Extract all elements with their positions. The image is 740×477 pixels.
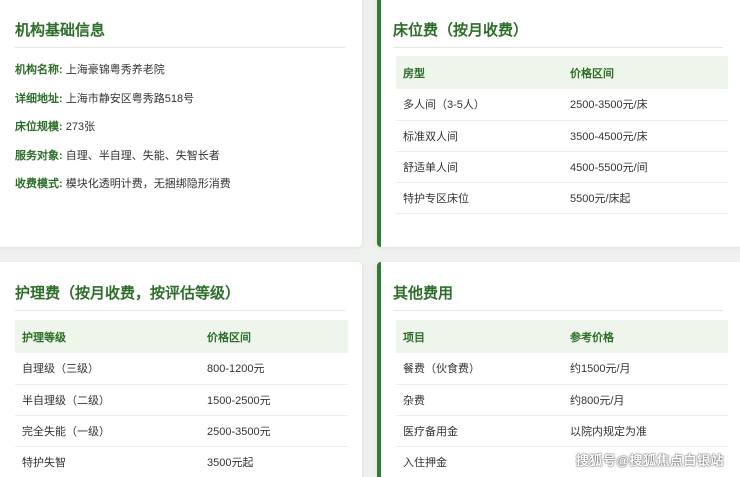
table-row: 自理级（三级） 800-1200元 (15, 353, 348, 385)
table-cell: 餐费（伙食费） (396, 353, 563, 385)
table-row: 杂费 约800元/月 (396, 384, 728, 416)
table-row: 特护失智 3500元起 (15, 446, 348, 477)
table-cell: 3500元起 (200, 446, 348, 477)
bed-fee-title: 床位费（按月收费） (393, 19, 723, 48)
table-row: 餐费（伙食费） 约1500元/月 (396, 353, 728, 385)
table-cell: 特护专区床位 (396, 182, 563, 214)
info-label: 详细地址: (15, 92, 63, 105)
basic-info-title: 机构基础信息 (15, 19, 345, 48)
table-header-cell: 价格区间 (200, 320, 348, 353)
bed-fee-card: 床位费（按月收费） 房型 价格区间 多人间（3-5人） 2500-3500元/床… (377, 0, 740, 247)
table-cell: 舒适单人间 (396, 151, 563, 183)
care-fee-table: 护理等级 价格区间 自理级（三级） 800-1200元 半自理级（二级） 150… (15, 320, 348, 477)
table-cell: 约800元/月 (563, 384, 728, 416)
info-row-billing: 收费模式: 模块化透明计费，无捆绑隐形消费 (15, 176, 362, 205)
table-row: 医疗备用金 以院内规定为准 (396, 415, 728, 447)
care-fee-title: 护理费（按月收费，按评估等级） (15, 282, 345, 311)
info-label: 收费模式: (15, 178, 63, 190)
table-cell: 4500-5500元/间 (563, 151, 728, 183)
basic-info-list: 机构名称: 上海豪锦粤秀养老院 详细地址: 上海市静安区粤秀路518号 床位规模… (15, 62, 362, 205)
table-cell: 以院内规定为准 (563, 415, 728, 447)
table-row: 完全失能（一级） 2500-3500元 (15, 415, 348, 447)
table-header-cell: 价格区间 (563, 56, 728, 89)
info-value: 自理、半自理、失能、失智长者 (65, 149, 220, 162)
table-row: 半自理级（二级） 1500-2500元 (15, 384, 348, 416)
table-cell: 特护失智 (15, 446, 200, 477)
info-row-address: 详细地址: 上海市静安区粤秀路518号 (15, 91, 362, 120)
table-header-cell: 项目 (396, 320, 563, 353)
table-cell: 自理级（三级） (15, 353, 200, 385)
info-value: 上海市静安区粤秀路518号 (65, 92, 195, 105)
table-header-row: 房型 价格区间 (396, 56, 728, 89)
table-cell: 1500-2500元 (200, 384, 348, 416)
watermark: 搜狐号@搜狐焦点白银站 (575, 453, 724, 468)
table-cell: 医疗备用金 (396, 415, 563, 447)
info-label: 服务对象: (15, 149, 63, 162)
table-header-row: 护理等级 价格区间 (15, 320, 348, 353)
table-row: 多人间（3-5人） 2500-3500元/床 (396, 89, 728, 121)
table-cell: 标准双人间 (396, 120, 563, 152)
table-header-cell: 护理等级 (15, 320, 200, 353)
table-row: 特护专区床位 5500元/床起 (396, 182, 728, 214)
care-fee-card: 护理费（按月收费，按评估等级） 护理等级 价格区间 自理级（三级） 800-12… (0, 262, 362, 477)
table-row: 舒适单人间 4500-5500元/间 (396, 151, 728, 183)
info-value: 273张 (65, 121, 96, 133)
table-cell: 杂费 (396, 384, 563, 416)
table-cell: 约1500元/月 (563, 353, 728, 385)
info-value: 上海豪锦粤秀养老院 (65, 64, 165, 76)
info-label: 床位规模: (15, 121, 63, 133)
table-cell: 完全失能（一级） (15, 415, 200, 447)
table-cell: 入住押金 (396, 446, 563, 477)
table-cell: 2500-3500元/床 (563, 89, 728, 121)
info-label: 机构名称: (15, 64, 63, 76)
table-cell: 多人间（3-5人） (396, 89, 563, 121)
bed-fee-table: 房型 价格区间 多人间（3-5人） 2500-3500元/床 标准双人间 350… (396, 56, 728, 214)
table-header-cell: 参考价格 (563, 320, 728, 353)
info-row-name: 机构名称: 上海豪锦粤秀养老院 (15, 62, 362, 91)
info-row-service: 服务对象: 自理、半自理、失能、失智长者 (15, 148, 362, 177)
info-row-beds: 床位规模: 273张 (15, 119, 362, 148)
info-value: 模块化透明计费，无捆绑隐形消费 (65, 178, 231, 190)
table-cell: 3500-4500元/床 (563, 120, 728, 152)
table-cell: 2500-3500元 (200, 415, 348, 447)
table-cell: 5500元/床起 (563, 182, 728, 214)
table-cell: 800-1200元 (200, 353, 348, 385)
other-fee-title: 其他费用 (393, 282, 723, 311)
other-fee-card: 其他费用 项目 参考价格 餐费（伙食费） 约1500元/月 杂费 约800元/月… (377, 262, 740, 477)
table-header-row: 项目 参考价格 (396, 320, 728, 353)
table-header-cell: 房型 (396, 56, 563, 89)
table-row: 标准双人间 3500-4500元/床 (396, 120, 728, 152)
table-cell: 半自理级（二级） (15, 384, 200, 416)
basic-info-card: 机构基础信息 机构名称: 上海豪锦粤秀养老院 详细地址: 上海市静安区粤秀路51… (0, 0, 362, 247)
